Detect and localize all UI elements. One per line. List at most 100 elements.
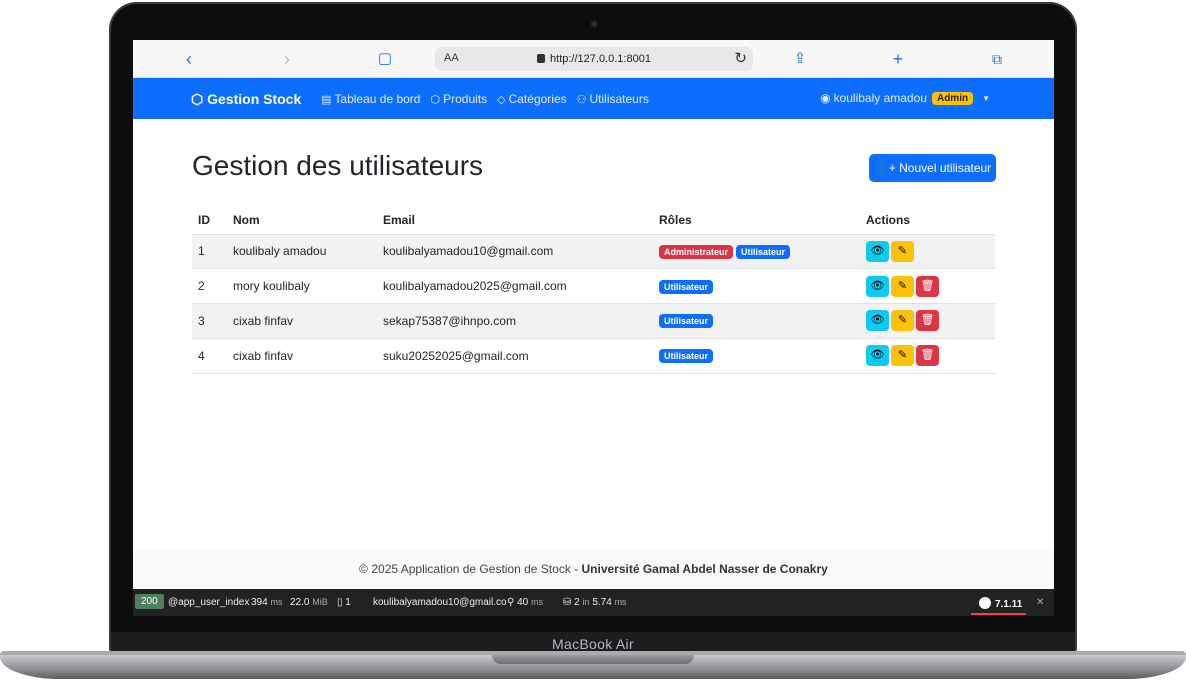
navbar: ⬡ Gestion Stock ▤ Tableau de bord ⬡ Produi… — [133, 78, 1054, 119]
eye-icon: 👁 — [870, 279, 885, 292]
users-table: ID Nom Email Rôles Actions 1 koulibaly a… — [192, 206, 995, 374]
users-icon: ⚇ — [576, 94, 587, 106]
edit-icon: ✎ — [897, 279, 908, 292]
cell-name: cixab finfav — [227, 303, 377, 339]
col-email: Email — [377, 206, 653, 235]
version-indicator — [971, 613, 1026, 615]
nav-users[interactable]: ⚇ Utilisateurs — [577, 92, 649, 106]
cell-roles: Utilisateur — [653, 303, 860, 339]
footer-university: Université Gamal Abdel Nasser de Conakry — [581, 562, 828, 576]
db-panel[interactable]: ⛁ 2 in 5.74 ms — [563, 597, 627, 608]
delete-button[interactable]: 🗑 — [916, 310, 939, 332]
cell-id: 3 — [192, 303, 227, 339]
cell-roles: Utilisateur — [653, 338, 860, 374]
edit-button[interactable]: ✎ — [891, 310, 914, 332]
book-icon[interactable]: ▢ — [374, 48, 396, 70]
new-user-button[interactable]: 👤+ Nouvel utilisateur — [869, 154, 996, 182]
delete-button[interactable]: 🗑 — [916, 345, 939, 367]
box-icon: ⬡ — [430, 94, 441, 106]
cell-actions: 👁 ✎ 🗑 — [860, 338, 995, 374]
edit-icon: ✎ — [897, 314, 908, 327]
footer-text: © 2025 Application de Gestion de Stock - — [359, 562, 582, 576]
trash-icon: 🗑 — [920, 314, 935, 327]
cube-icon: ⬡ — [191, 91, 208, 107]
table-row: 3 cixab finfav sekap75387@ihnpo.com Util… — [192, 303, 995, 339]
view-button[interactable]: 👁 — [866, 240, 889, 262]
view-button[interactable]: 👁 — [866, 275, 889, 297]
cell-email: suku20252025@gmail.com — [377, 338, 653, 374]
role-badge-user: Utilisateur — [659, 314, 714, 329]
trash-icon: 🗑 — [920, 279, 935, 292]
tag-icon: ◇ — [497, 94, 506, 106]
edit-icon: ✎ — [897, 349, 908, 362]
cell-email: koulibalyamadou10@gmail.com — [377, 234, 653, 270]
symfony-version[interactable]: 7.1.11 — [979, 597, 1022, 610]
cell-roles: Utilisateur — [653, 268, 860, 304]
cell-actions: 👁 ✎ 🗑 — [860, 268, 995, 304]
device-label: MacBook Air — [552, 636, 634, 652]
delete-button[interactable]: 🗑 — [916, 275, 939, 297]
col-actions: Actions — [860, 206, 995, 235]
forward-icon[interactable]: › — [276, 48, 298, 70]
nav-products[interactable]: ⬡ Produits — [430, 92, 487, 106]
nav-dashboard[interactable]: ▤ Tableau de bord — [321, 92, 420, 106]
page-footer: © 2025 Application de Gestion de Stock -… — [133, 550, 1054, 589]
forms-panel[interactable]: ▯ 1 — [337, 597, 351, 608]
trash-icon: 🗑 — [920, 349, 935, 362]
cell-id: 4 — [192, 338, 227, 374]
nav-categories[interactable]: ◇ Catégories — [497, 92, 567, 106]
laptop-mockup: MacBook Air ‹ › ▢ AA http://127.0.0.1:80… — [0, 0, 1186, 681]
table-row: 1 koulibaly amadou koulibalyamadou10@gma… — [192, 234, 995, 270]
edit-button[interactable]: ✎ — [891, 345, 914, 367]
events-icon: ⚲ — [507, 597, 515, 608]
cell-id: 1 — [192, 234, 227, 270]
view-button[interactable]: 👁 — [866, 345, 889, 367]
form-icon: ▯ — [337, 597, 343, 608]
status-badge[interactable]: 200 — [135, 594, 164, 609]
user-menu[interactable]: ◉ koulibaly amadou Admin ▼ — [820, 91, 990, 105]
tabs-icon[interactable]: ⧉ — [986, 48, 1008, 70]
table-row: 2 mory koulibaly koulibalyamadou2025@gma… — [192, 268, 995, 304]
cell-id: 2 — [192, 268, 227, 304]
time-panel[interactable]: 394 ms — [251, 597, 282, 608]
edit-icon: ✎ — [897, 244, 908, 257]
plus-icon[interactable]: + — [887, 48, 909, 70]
role-badge-user: Utilisateur — [659, 279, 714, 294]
eye-icon: 👁 — [870, 244, 885, 257]
role-badge-admin: Administrateur — [659, 244, 734, 259]
view-button[interactable]: 👁 — [866, 310, 889, 332]
user-name: koulibaly amadou — [833, 91, 927, 105]
cell-name: mory koulibaly — [227, 268, 377, 304]
address-bar[interactable]: AA http://127.0.0.1:8001 ↻ — [435, 47, 753, 71]
edit-button[interactable]: ✎ — [891, 240, 914, 262]
reload-icon[interactable]: ↻ — [734, 49, 747, 67]
cell-actions: 👁 ✎ 🗑 — [860, 303, 995, 339]
laptop-notch — [492, 655, 694, 664]
database-icon: ⛁ — [563, 597, 572, 608]
route-name[interactable]: @app_user_index — [168, 597, 249, 608]
edit-button[interactable]: ✎ — [891, 275, 914, 297]
back-icon[interactable]: ‹ — [178, 48, 200, 70]
cell-actions: 👁 ✎ — [860, 234, 995, 270]
symfony-icon — [979, 597, 991, 609]
eye-icon: 👁 — [870, 349, 885, 362]
brand-link[interactable]: ⬡ Gestion Stock — [191, 91, 301, 108]
eye-icon: 👁 — [870, 314, 885, 327]
col-id: ID — [192, 206, 227, 235]
admin-badge: Admin — [931, 91, 974, 105]
role-badge-user: Utilisateur — [659, 349, 714, 364]
memory-panel[interactable]: 22.0 MiB — [290, 597, 328, 608]
cell-email: sekap75387@ihnpo.com — [377, 303, 653, 339]
cell-email: koulibalyamadou2025@gmail.com — [377, 268, 653, 304]
events-panel[interactable]: ⚲ 40 ms — [507, 597, 543, 608]
page-title: Gestion des utilisateurs — [192, 150, 484, 181]
cell-roles: Administrateur Utilisateur — [653, 234, 860, 270]
close-icon[interactable]: ✕ — [1036, 597, 1044, 608]
table-row: 4 cixab finfav suku20252025@gmail.com Ut… — [192, 338, 995, 374]
lock-icon — [537, 54, 546, 63]
user-panel[interactable]: koulibalyamadou10@gmail.co — [373, 597, 507, 608]
user-plus-icon: 👤+ — [873, 161, 896, 175]
share-icon[interactable]: ⇪ — [789, 48, 811, 70]
cell-name: cixab finfav — [227, 338, 377, 374]
col-name: Nom — [227, 206, 377, 235]
